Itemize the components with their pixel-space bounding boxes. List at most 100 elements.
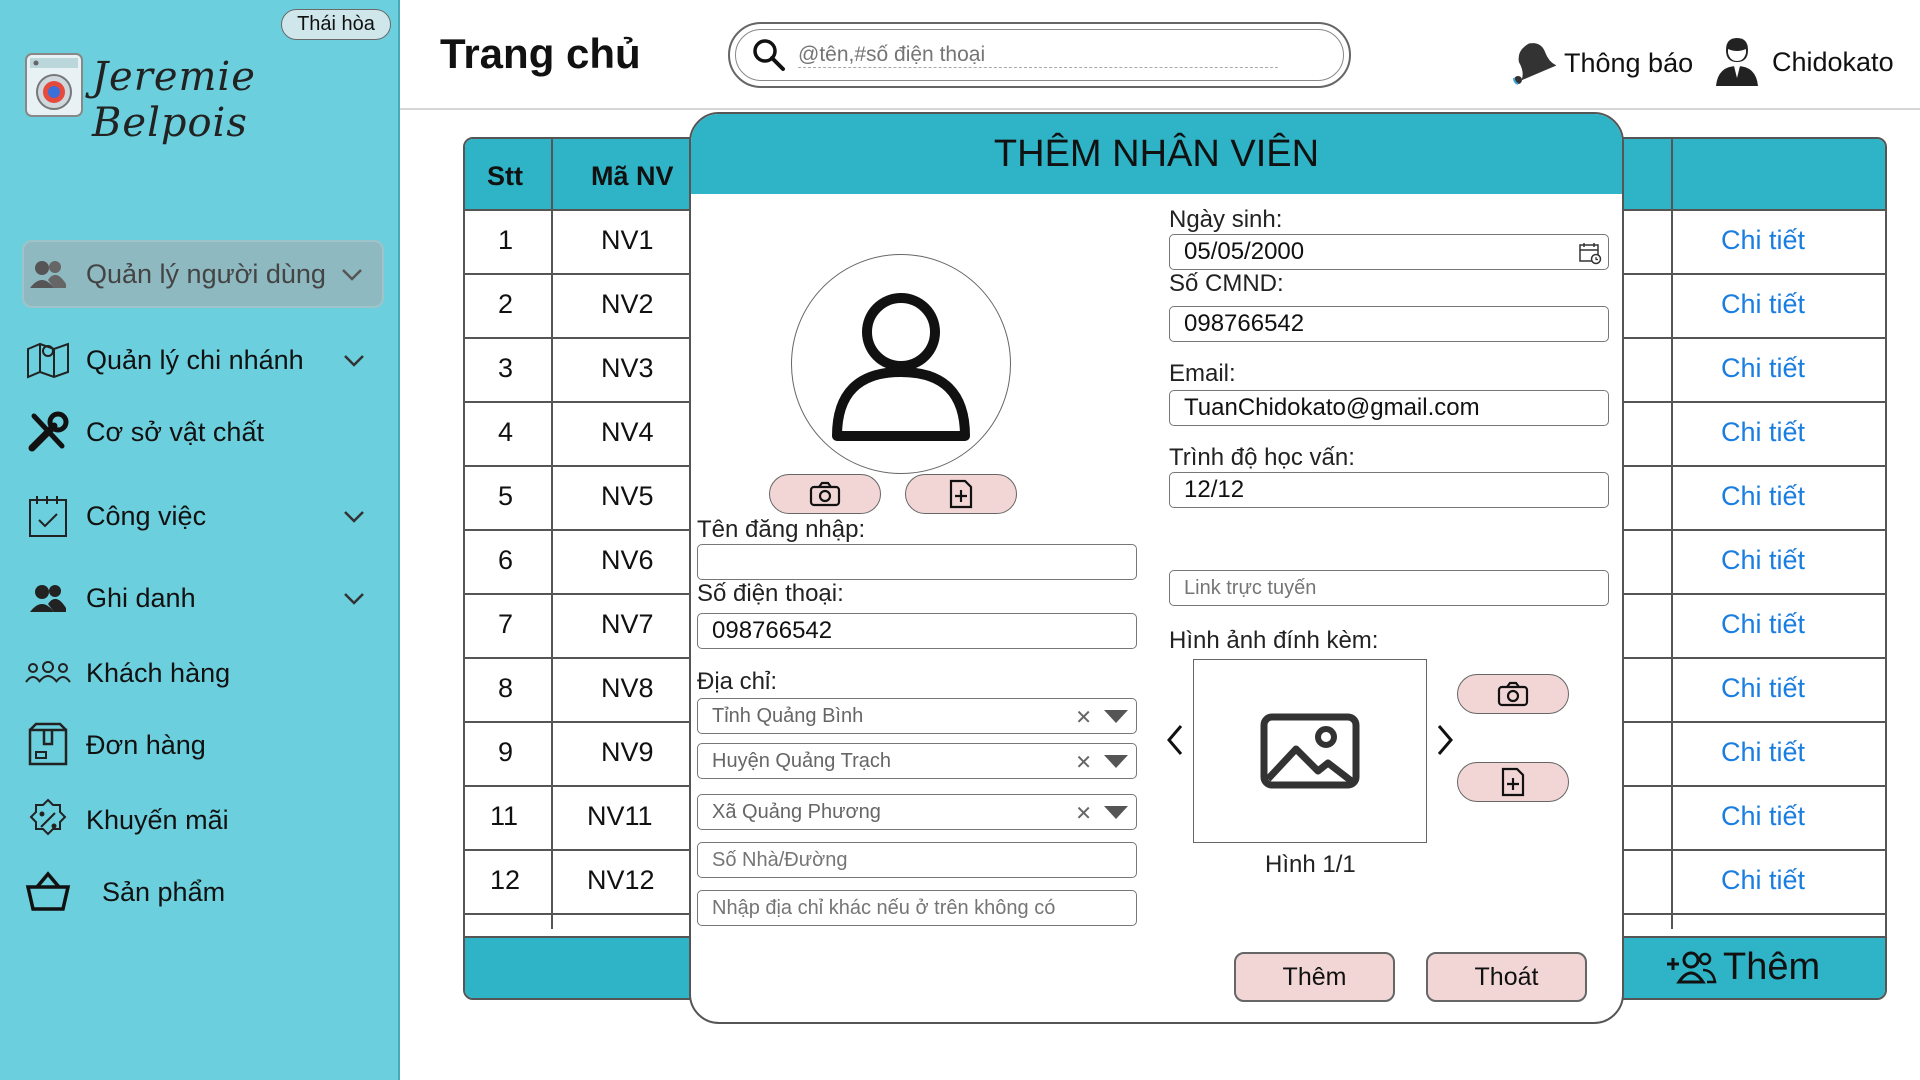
previous-image-icon[interactable]: [1163, 722, 1187, 758]
row-detail-link[interactable]: Chi tiết: [1721, 545, 1805, 576]
user-name: Chidokato: [1772, 46, 1894, 77]
enroll-icon: [24, 574, 72, 622]
row-detail-link[interactable]: Chi tiết: [1721, 865, 1805, 896]
add-staff-button[interactable]: Thêm: [1665, 946, 1820, 989]
ward-select[interactable]: Xã Quảng Phương ✕: [697, 794, 1137, 830]
search-icon[interactable]: [752, 38, 786, 72]
row-detail-link[interactable]: Chi tiết: [1721, 353, 1805, 384]
sidebar-item-label: Khách hàng: [86, 657, 231, 688]
sidebar-item-tasks[interactable]: Công việc: [24, 484, 384, 548]
row-employee-code: NV5: [601, 481, 654, 511]
other-address-input[interactable]: [697, 890, 1137, 926]
dob-input[interactable]: 05/05/2000: [1169, 234, 1609, 270]
bell-icon: [1513, 43, 1556, 85]
add-staff-label: Thêm: [1723, 946, 1821, 988]
brand-name: Jeremie Belpois: [92, 54, 256, 146]
attachment-camera-button[interactable]: [1457, 674, 1569, 714]
avatar-camera-button[interactable]: [769, 474, 881, 514]
image-icon: [1260, 713, 1360, 789]
chevron-down-icon[interactable]: [342, 504, 366, 528]
notifications-button[interactable]: Thông báo: [1506, 38, 1693, 88]
email-label: Email:: [1169, 360, 1236, 387]
clear-icon[interactable]: ✕: [1075, 750, 1092, 775]
user-profile[interactable]: Chidokato: [1712, 36, 1894, 88]
add-user-icon: [1667, 951, 1717, 983]
chevron-down-icon[interactable]: [342, 348, 366, 372]
sidebar-item-enrollment[interactable]: Ghi danh: [24, 566, 384, 630]
sidebar-item-label: Ghi danh: [86, 582, 196, 613]
ward-value: Xã Quảng Phương: [712, 800, 881, 823]
row-detail-link[interactable]: Chi tiết: [1721, 417, 1805, 448]
task-calendar-icon: [24, 492, 72, 540]
person-icon: [832, 293, 970, 441]
education-input[interactable]: [1169, 472, 1609, 508]
sidebar-item-branch-management[interactable]: Quản lý chi nhánh: [24, 328, 384, 392]
row-stt: 6: [498, 545, 514, 575]
clear-icon[interactable]: ✕: [1075, 705, 1092, 730]
camera-icon: [809, 481, 841, 507]
attachment-upload-button[interactable]: [1457, 762, 1569, 802]
id-number-label: Số CMND:: [1169, 270, 1284, 297]
dropdown-arrow-icon[interactable]: [1104, 806, 1128, 819]
sidebar-item-promotions[interactable]: Khuyến mãi: [24, 788, 384, 852]
address-label: Địa chỉ:: [697, 668, 778, 695]
search-box: [728, 22, 1351, 88]
dob-label: Ngày sinh:: [1169, 206, 1283, 233]
sidebar-item-facilities[interactable]: Cơ sở vật chất: [24, 400, 384, 464]
chevron-down-icon[interactable]: [340, 262, 364, 286]
avatar-upload-button[interactable]: [905, 474, 1017, 514]
email-input[interactable]: [1169, 390, 1609, 426]
row-stt: 7: [498, 609, 514, 639]
online-link-input[interactable]: [1169, 570, 1609, 606]
phone-input[interactable]: [697, 613, 1137, 649]
file-add-icon: [949, 479, 973, 509]
dropdown-arrow-icon[interactable]: [1104, 710, 1128, 723]
search-input[interactable]: [798, 42, 1278, 68]
attachments-label: Hình ảnh đính kèm:: [1169, 627, 1379, 654]
row-detail-link[interactable]: Chi tiết: [1721, 737, 1805, 768]
row-stt: 5: [498, 481, 514, 511]
sidebar-item-products[interactable]: Sản phẩm: [24, 860, 384, 924]
district-select[interactable]: Huyện Quảng Trạch ✕: [697, 743, 1137, 779]
add-employee-dialog: THÊM NHÂN VIÊN Tên đăng nhập: Số điện th…: [689, 112, 1624, 1024]
calendar-icon[interactable]: [1578, 241, 1602, 265]
search-field: [735, 29, 1344, 81]
sidebar-item-label: Quản lý chi nhánh: [86, 344, 304, 375]
row-detail-link[interactable]: Chi tiết: [1721, 481, 1805, 512]
row-detail-link[interactable]: Chi tiết: [1721, 289, 1805, 320]
exit-button[interactable]: Thoát: [1426, 952, 1587, 1002]
street-input[interactable]: [697, 842, 1137, 878]
row-stt: 3: [498, 353, 514, 383]
next-image-icon[interactable]: [1433, 722, 1457, 758]
row-detail-link[interactable]: Chi tiết: [1721, 609, 1805, 640]
row-detail-link[interactable]: Chi tiết: [1721, 225, 1805, 256]
file-add-icon: [1501, 767, 1525, 797]
notifications-label: Thông báo: [1564, 47, 1694, 78]
row-employee-code: NV6: [601, 545, 654, 575]
province-select[interactable]: Tỉnh Quảng Bình ✕: [697, 698, 1137, 734]
dropdown-arrow-icon[interactable]: [1104, 755, 1128, 768]
id-number-input[interactable]: [1169, 306, 1609, 342]
map-icon: [24, 336, 72, 384]
sidebar-item-user-management[interactable]: Quản lý người dùng: [22, 240, 384, 308]
dialog-title: THÊM NHÂN VIÊN: [993, 132, 1320, 175]
education-label: Trình độ học vấn:: [1169, 444, 1355, 471]
row-stt: 8: [498, 673, 514, 703]
row-detail-link[interactable]: Chi tiết: [1721, 673, 1805, 704]
dob-value: 05/05/2000: [1184, 238, 1305, 265]
sidebar: Thái hòa Jeremie Belpois Quản lý người d…: [0, 0, 400, 1080]
branch-badge[interactable]: Thái hòa: [281, 9, 391, 40]
sidebar-item-customers[interactable]: Khách hàng: [24, 641, 384, 705]
sidebar-item-orders[interactable]: Đơn hàng: [24, 713, 384, 777]
row-stt: 4: [498, 417, 514, 447]
column-header-stt: Stt: [487, 161, 523, 191]
sidebar-item-label: Công việc: [86, 500, 207, 531]
username-input[interactable]: [697, 544, 1137, 580]
clear-icon[interactable]: ✕: [1075, 801, 1092, 826]
sidebar-item-label: Cơ sở vật chất: [86, 416, 264, 447]
chevron-down-icon[interactable]: [342, 586, 366, 610]
row-employee-code: NV11: [587, 801, 653, 831]
camera-icon: [1497, 681, 1529, 707]
row-detail-link[interactable]: Chi tiết: [1721, 801, 1805, 832]
submit-add-button[interactable]: Thêm: [1234, 952, 1395, 1002]
